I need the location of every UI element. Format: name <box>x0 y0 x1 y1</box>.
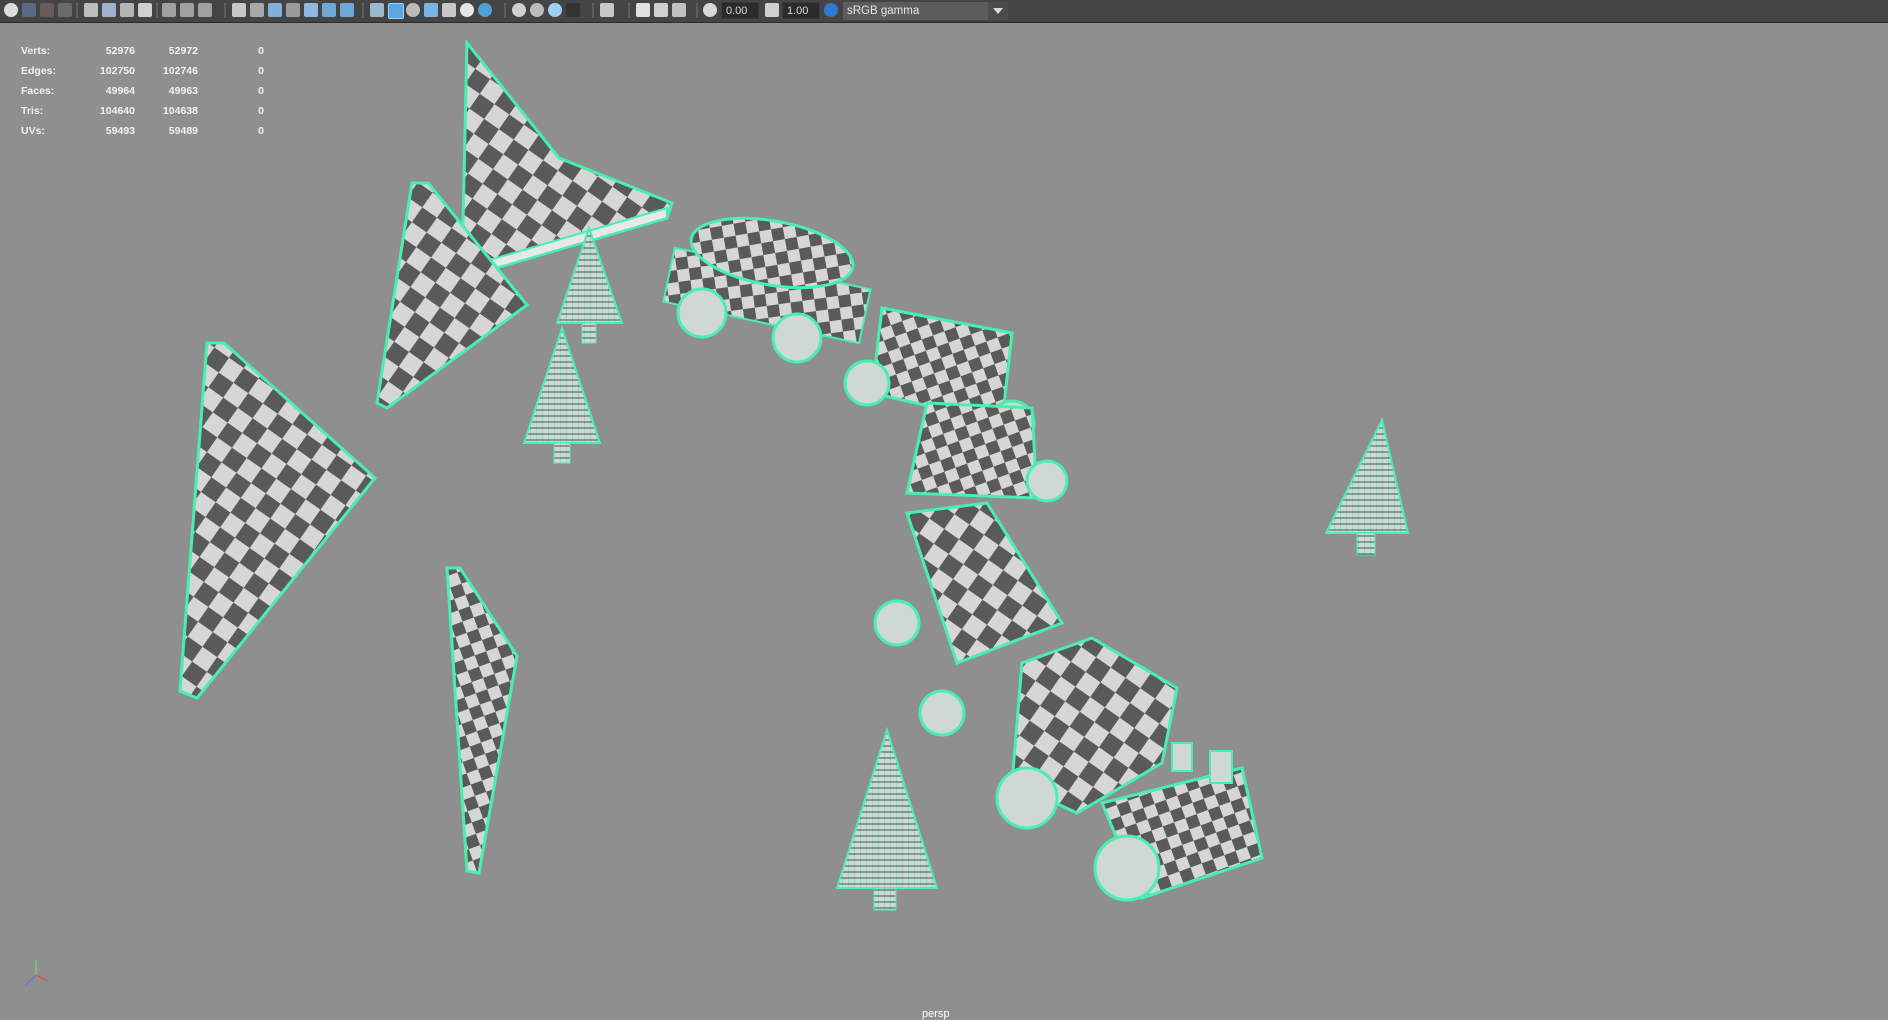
hud-value-a: 49964 <box>105 85 135 97</box>
hud-label: Edges: <box>21 65 57 77</box>
wireframe-on-shaded-icon[interactable] <box>304 3 318 17</box>
safe-action-icon[interactable] <box>180 3 194 17</box>
hud-row-edges: Edges: 102750 102746 0 <box>21 65 291 81</box>
exposure-icon[interactable] <box>703 3 717 17</box>
resolution-gate-icon[interactable] <box>120 3 134 17</box>
grid-icon[interactable] <box>232 3 246 17</box>
mountain-panel-top <box>459 38 674 277</box>
train-cargo-car-2 <box>905 401 1069 503</box>
bookmark-icon[interactable] <box>58 3 72 17</box>
hud-row-tris: Tris: 104640 104638 0 <box>21 105 291 121</box>
multisample-icon[interactable] <box>654 3 668 17</box>
xray-active-icon[interactable] <box>548 3 562 17</box>
ambient-occlusion-icon[interactable] <box>460 3 474 17</box>
camera-name-label: persp <box>922 1008 950 1020</box>
camera-attributes-icon[interactable] <box>40 3 54 17</box>
motion-blur-icon[interactable] <box>478 3 492 17</box>
axis-gizmo-icon <box>25 960 49 986</box>
tree-3 <box>1324 417 1410 556</box>
default-material-icon[interactable] <box>370 3 384 17</box>
film-gate-icon[interactable] <box>84 3 98 17</box>
hud-value-b: 102746 <box>162 65 198 77</box>
viewport-toolbar: 0.00 1.00 sRGB gamma <box>0 0 1888 23</box>
hud-value-b: 59489 <box>168 125 198 137</box>
hud-row-faces: Faces: 49964 49963 0 <box>21 85 291 101</box>
shadows-icon[interactable] <box>442 3 456 17</box>
hud-value-a: 59493 <box>105 125 135 137</box>
mountain-panel-left <box>178 341 378 700</box>
train-locomotive <box>995 636 1264 902</box>
hud-value-c: 0 <box>258 125 264 137</box>
safe-title-icon[interactable] <box>198 3 212 17</box>
hud-value-b: 104638 <box>162 105 198 117</box>
hud-row-uvs: UVs: 59493 59489 0 <box>21 125 291 141</box>
color-space-dropdown[interactable]: sRGB gamma <box>843 2 1008 20</box>
select-camera-icon[interactable] <box>4 3 18 17</box>
grease-pencil-icon[interactable] <box>162 3 176 17</box>
hud-label: UVs: <box>21 125 45 137</box>
lights-icon[interactable] <box>424 3 438 17</box>
image-plane-icon[interactable] <box>102 3 116 17</box>
lock-camera-icon[interactable] <box>22 3 36 17</box>
textured-icon[interactable] <box>406 3 420 17</box>
hud-label: Tris: <box>21 105 44 117</box>
hud-value-a: 52976 <box>105 45 135 57</box>
text-icon[interactable] <box>340 3 354 17</box>
hud-icon[interactable] <box>566 3 580 17</box>
gamma-field[interactable]: 1.00 <box>782 2 820 19</box>
xray-icon[interactable] <box>322 3 336 17</box>
smooth-shade-icon[interactable] <box>286 3 300 17</box>
select-tool-icon[interactable] <box>600 3 614 17</box>
hud-value-c: 0 <box>258 45 264 57</box>
hud-value-c: 0 <box>258 65 264 77</box>
ssao-icon[interactable] <box>636 3 650 17</box>
wireframe-icon[interactable] <box>268 3 282 17</box>
isolate-select-icon[interactable] <box>512 3 526 17</box>
mountain-panel-bottom <box>445 566 519 875</box>
chevron-down-icon[interactable] <box>988 2 1008 20</box>
screen-space-icon[interactable] <box>672 3 686 17</box>
tree-4 <box>835 726 939 911</box>
field-chart-icon[interactable] <box>250 3 264 17</box>
hud-value-c: 0 <box>258 85 264 97</box>
hud-value-c: 0 <box>258 105 264 117</box>
hud-label: Faces: <box>21 85 55 97</box>
train-tanker-car <box>662 216 872 364</box>
scene-render <box>25 38 1410 986</box>
shaded-icon[interactable] <box>388 3 404 19</box>
tree-2 <box>522 324 602 464</box>
hud-row-verts: Verts: 52976 52972 0 <box>21 45 291 61</box>
xray-joints-icon[interactable] <box>530 3 544 17</box>
gate-mask-icon[interactable] <box>138 3 152 17</box>
viewport-3d[interactable]: Verts: 52976 52972 0 Edges: 102750 10274… <box>2 23 1886 1020</box>
hud-value-a: 104640 <box>99 105 135 117</box>
hud-label: Verts: <box>21 45 51 57</box>
gamma-icon[interactable] <box>765 3 779 17</box>
exposure-field[interactable]: 0.00 <box>721 2 759 19</box>
hud-value-b: 52972 <box>168 45 198 57</box>
hud-value-b: 49963 <box>168 85 198 97</box>
hud-value-a: 102750 <box>99 65 135 77</box>
color-management-icon[interactable] <box>824 3 838 17</box>
